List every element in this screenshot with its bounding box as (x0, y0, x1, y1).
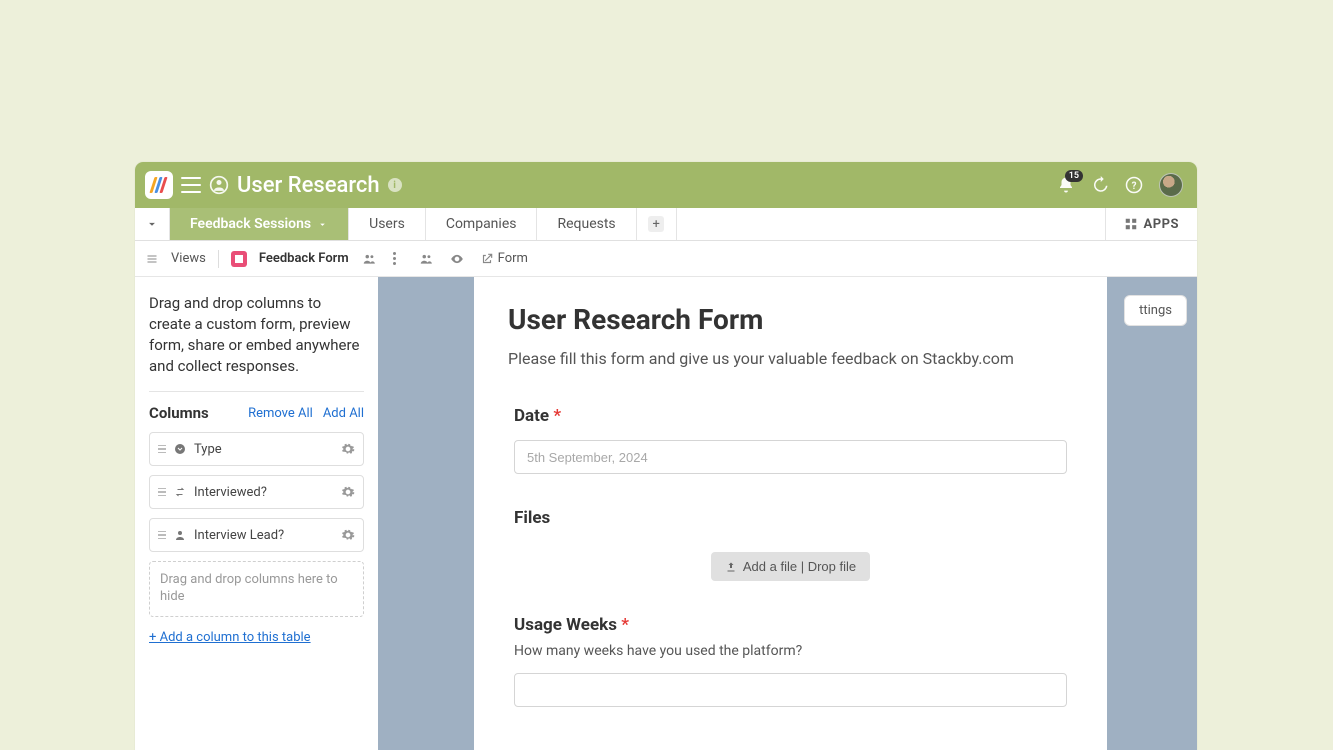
form-config-panel: Drag and drop columns to create a custom… (135, 277, 378, 750)
app-window: User Research i 15 ? Feedback Sessions (135, 162, 1197, 750)
menu-icon[interactable] (181, 177, 201, 193)
tab-label: Feedback Sessions (190, 216, 311, 232)
form-canvas: ttings User Research Form Please fill th… (378, 277, 1197, 750)
tab-label: Users (369, 216, 405, 232)
tables-tabs: Feedback Sessions Users Companies Reques… (135, 208, 1197, 241)
usage-weeks-input[interactable] (514, 673, 1067, 707)
info-icon[interactable]: i (388, 178, 402, 192)
app-logo[interactable] (145, 171, 173, 199)
field-usage-weeks: Usage Weeks * How many weeks have you us… (508, 615, 1073, 707)
add-file-label: Add a file | Drop file (743, 559, 856, 574)
tab-label: Requests (557, 216, 615, 232)
dropdown-type-icon (174, 443, 186, 455)
swap-type-icon (174, 486, 186, 498)
drag-handle-icon[interactable] (158, 531, 166, 540)
form-settings-button[interactable]: ttings (1124, 295, 1187, 326)
tab-companies[interactable]: Companies (426, 208, 538, 240)
tab-users[interactable]: Users (349, 208, 426, 240)
gear-icon[interactable] (341, 485, 355, 499)
form-preview: User Research Form Please fill this form… (474, 277, 1107, 750)
drag-handle-icon[interactable] (158, 445, 166, 454)
date-input[interactable] (514, 440, 1067, 474)
form-subtitle[interactable]: Please fill this form and give us your v… (508, 348, 1073, 370)
svg-text:?: ? (1132, 181, 1137, 192)
column-item-interview-lead[interactable]: Interview Lead? (149, 518, 364, 552)
field-label-text: Usage Weeks (514, 615, 617, 635)
column-label: Interview Lead? (194, 528, 333, 543)
panel-help-text: Drag and drop columns to create a custom… (149, 293, 364, 377)
tab-label: Companies (446, 216, 517, 232)
preview-icon[interactable] (448, 252, 466, 266)
notification-badge: 15 (1065, 170, 1083, 182)
remove-all-link[interactable]: Remove All (248, 406, 313, 421)
upload-icon (725, 561, 737, 573)
main-area: Drag and drop columns to create a custom… (135, 277, 1197, 750)
add-all-link[interactable]: Add All (323, 406, 364, 421)
form-view-icon (231, 251, 247, 267)
view-options-icon[interactable] (389, 252, 400, 265)
views-label[interactable]: Views (171, 251, 206, 266)
views-icon[interactable] (145, 253, 159, 265)
required-marker: * (553, 406, 561, 426)
avatar[interactable] (1159, 173, 1183, 197)
hide-columns-dropzone[interactable]: Drag and drop columns here to hide (149, 561, 364, 617)
apps-label: APPS (1144, 217, 1180, 232)
field-label-text: Date (514, 406, 549, 426)
collaborators-view-icon[interactable] (418, 252, 434, 266)
view-bar: Views Feedback Form Form (135, 241, 1197, 277)
columns-heading: Columns (149, 404, 209, 422)
form-mode-button[interactable]: Form (480, 251, 528, 266)
field-date: Date * (508, 406, 1073, 474)
field-files: Files Add a file | Drop file (508, 508, 1073, 581)
tab-requests[interactable]: Requests (537, 208, 636, 240)
current-view-name[interactable]: Feedback Form (259, 251, 349, 266)
field-label-files: Files (514, 508, 1067, 528)
gear-icon[interactable] (341, 442, 355, 456)
column-item-type[interactable]: Type (149, 432, 364, 466)
form-title[interactable]: User Research Form (508, 303, 1073, 336)
column-label: Type (194, 442, 333, 457)
field-label-usage-weeks: Usage Weeks * (514, 615, 1067, 635)
column-label: Interviewed? (194, 485, 333, 500)
add-file-button[interactable]: Add a file | Drop file (711, 552, 870, 581)
field-label-date: Date * (514, 406, 1067, 426)
required-marker: * (621, 615, 629, 635)
collaborators-icon[interactable] (209, 175, 229, 195)
help-icon[interactable]: ? (1125, 176, 1143, 194)
notifications-button[interactable]: 15 (1057, 176, 1075, 194)
gear-icon[interactable] (341, 528, 355, 542)
share-view-icon[interactable] (361, 252, 377, 266)
tab-feedback-sessions[interactable]: Feedback Sessions (170, 208, 349, 240)
add-table-button[interactable]: + (637, 208, 677, 240)
form-mode-label: Form (498, 251, 528, 266)
person-type-icon (174, 529, 186, 541)
apps-button[interactable]: APPS (1105, 208, 1198, 240)
app-header: User Research i 15 ? (135, 162, 1197, 208)
field-description: How many weeks have you used the platfor… (514, 643, 1067, 659)
drag-handle-icon[interactable] (158, 488, 166, 497)
workspace-title[interactable]: User Research (237, 173, 380, 198)
expand-toggle[interactable] (135, 208, 170, 240)
add-column-link[interactable]: + Add a column to this table (149, 630, 311, 645)
column-item-interviewed[interactable]: Interviewed? (149, 475, 364, 509)
history-icon[interactable] (1091, 176, 1109, 194)
